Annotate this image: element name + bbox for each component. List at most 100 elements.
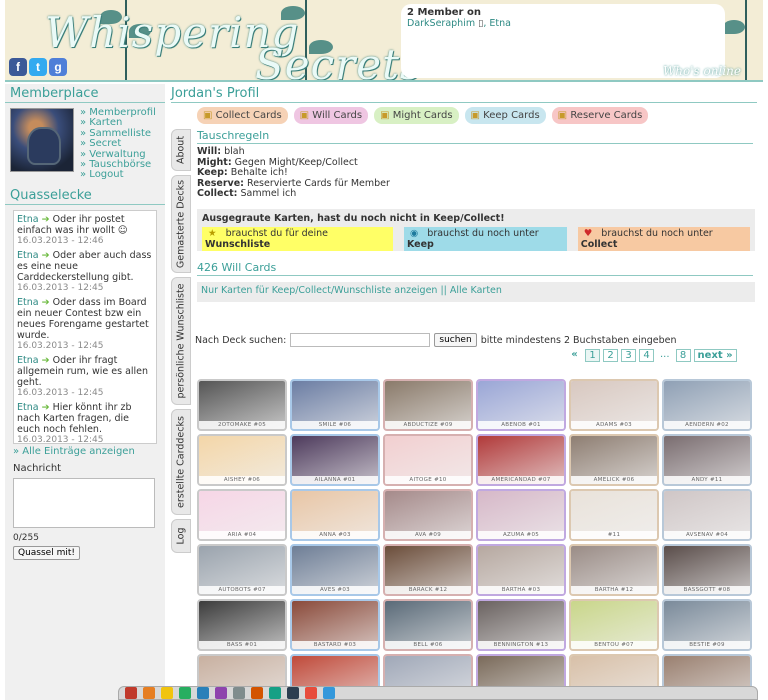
card-thumbnail[interactable]: AZUMA #05 (476, 489, 566, 541)
vtab-wunschliste[interactable]: persönliche Wunschliste (171, 277, 191, 405)
search-input[interactable] (290, 333, 431, 347)
card-thumbnail[interactable]: ARIA #04 (197, 489, 287, 541)
all-entries-link[interactable]: » Alle Einträge anzeigen (13, 446, 157, 457)
card-thumbnail[interactable]: ADAMS #03 (569, 379, 659, 431)
card-thumbnail[interactable]: ABENOB #01 (476, 379, 566, 431)
tab-collect-cards[interactable]: ▣ Collect Cards (197, 107, 288, 124)
legend-bold: Collect (580, 238, 618, 250)
page-3[interactable]: 3 (621, 349, 636, 362)
toolbar-app-icon[interactable] (215, 687, 227, 699)
vtab-label: Gemasterte Decks (175, 179, 187, 269)
twitter-icon[interactable]: t (29, 58, 47, 76)
avatar[interactable] (10, 108, 74, 172)
toolbar-app-icon[interactable] (323, 687, 335, 699)
toolbar-app-icon[interactable] (143, 687, 155, 699)
card-thumbnail[interactable]: ANDY #11 (662, 434, 752, 486)
toolbar-app-icon[interactable] (197, 687, 209, 699)
card-thumbnail[interactable]: SMILE #06 (290, 379, 380, 431)
shout-author[interactable]: Etna (17, 355, 39, 366)
tab-reserve-cards[interactable]: ▣ Reserve Cards (551, 107, 649, 124)
profile-content: Tauschregeln Will: blah Might: Gegen Mig… (195, 129, 757, 362)
google-icon[interactable]: g (49, 58, 67, 76)
menu-item-logout[interactable]: Logout (80, 170, 156, 181)
toolbar-app-icon[interactable] (233, 687, 245, 699)
card-name: 2OTOMAKE #05 (199, 421, 285, 429)
card-name: BASSGOTT #08 (664, 586, 750, 594)
filter-links[interactable]: Nur Karten für Keep/Collect/Wunschliste … (197, 281, 755, 302)
vtab-erstellte-carddecks[interactable]: erstellte Carddecks (171, 409, 191, 515)
card-name: AVA #09 (385, 531, 471, 539)
page-1[interactable]: 1 (585, 349, 600, 362)
online-user-link[interactable]: DarkSeraphim (407, 18, 475, 29)
toolbar-app-icon[interactable] (125, 687, 137, 699)
card-thumbnail[interactable]: BARTHA #03 (476, 544, 566, 596)
tab-label: Keep Cards (483, 110, 540, 121)
message-input[interactable] (13, 477, 155, 528)
card-thumbnail[interactable]: AMELICK #06 (569, 434, 659, 486)
site-logo[interactable]: Whispering Secrets (45, 8, 422, 80)
card-thumbnail[interactable]: #11 (569, 489, 659, 541)
card-thumbnail[interactable]: AVSENAV #04 (662, 489, 752, 541)
card-thumbnail[interactable]: AVES #03 (290, 544, 380, 596)
arrow-right-icon: ➔ (41, 401, 50, 413)
card-thumbnail[interactable]: BENTOU #07 (569, 599, 659, 651)
card-name: AVSENAV #04 (664, 531, 750, 539)
card-thumbnail[interactable]: BELL #06 (383, 599, 473, 651)
page-next[interactable]: next » (693, 349, 737, 362)
whos-online-label[interactable]: Who's online (663, 64, 741, 78)
card-name: ANNA #03 (292, 531, 378, 539)
toolbar-app-icon[interactable] (161, 687, 173, 699)
tab-will-cards[interactable]: ▣ Will Cards (293, 107, 369, 124)
legend-keep: ◉ brauchst du noch unter Keep (403, 226, 567, 251)
card-thumbnail[interactable]: ANNA #03 (290, 489, 380, 541)
tab-keep-cards[interactable]: ▣ Keep Cards (464, 107, 546, 124)
card-thumbnail[interactable]: AMERICANDAD #07 (476, 434, 566, 486)
tab-might-cards[interactable]: ▣ Might Cards (374, 107, 459, 124)
card-thumbnail[interactable]: BASTARD #03 (290, 599, 380, 651)
card-thumbnail[interactable]: AITOGE #10 (383, 434, 473, 486)
shout-entry: Etna ➔ Oder aber auch dass es eine neue … (17, 250, 153, 294)
submit-shout-button[interactable]: Quassel mit! (13, 545, 80, 560)
shout-author[interactable]: Etna (17, 250, 39, 261)
toolbar-app-icon[interactable] (269, 687, 281, 699)
toolbar-app-icon[interactable] (179, 687, 191, 699)
card-thumbnail[interactable]: AVA #09 (383, 489, 473, 541)
search-hint: bitte mindestens 2 Buchstaben eingeben (480, 334, 677, 346)
leaf-decoration (723, 20, 745, 34)
rule-key: Might: (197, 156, 232, 168)
page-4[interactable]: 4 (639, 349, 654, 362)
card-thumbnail[interactable]: BARACK #12 (383, 544, 473, 596)
card-thumbnail[interactable]: AILANNA #01 (290, 434, 380, 486)
vtab-gemasterte-decks[interactable]: Gemasterte Decks (171, 175, 191, 273)
card-thumbnail[interactable]: AUTOBOTS #07 (197, 544, 287, 596)
shout-author[interactable]: Etna (17, 402, 39, 413)
page-8[interactable]: 8 (675, 349, 691, 362)
search-button[interactable]: suchen (434, 333, 477, 347)
card-name: BARTHA #03 (478, 586, 564, 594)
card-thumbnail[interactable]: BARTHA #12 (569, 544, 659, 596)
toolbar-app-icon[interactable] (287, 687, 299, 699)
card-thumbnail[interactable]: AISHEY #06 (197, 434, 287, 486)
card-thumbnail[interactable]: BASSGOTT #08 (662, 544, 752, 596)
card-thumbnail[interactable]: BASS #01 (197, 599, 287, 651)
shout-author[interactable]: Etna (17, 297, 39, 308)
toolbar-app-icon[interactable] (251, 687, 263, 699)
card-thumbnail[interactable]: AENDERN #02 (662, 379, 752, 431)
trade-rules: Will: blah Might: Gegen Might/Keep/Colle… (197, 146, 757, 200)
facebook-icon[interactable]: f (9, 58, 27, 76)
toolbar-app-icon[interactable] (305, 687, 317, 699)
shout-author[interactable]: Etna (17, 214, 39, 225)
page-prev[interactable]: « (567, 349, 582, 362)
vtab-about[interactable]: About (171, 129, 191, 171)
vtab-label: Log (175, 527, 187, 545)
online-user-link[interactable]: Etna (489, 18, 511, 29)
left-sidebar: Memberplace Memberprofil Karten Sammelli… (5, 84, 165, 700)
card-thumbnail[interactable]: 2OTOMAKE #05 (197, 379, 287, 431)
page-2[interactable]: 2 (603, 349, 618, 362)
card-thumbnail[interactable]: BESTIE #09 (662, 599, 752, 651)
card-thumbnail[interactable]: ABDUCTIZE #09 (383, 379, 473, 431)
vtab-log[interactable]: Log (171, 519, 191, 553)
card-thumbnail[interactable]: BENNINGTON #13 (476, 599, 566, 651)
social-links: f t g (9, 58, 67, 76)
shoutbox[interactable]: Etna ➔ Oder ihr postet einfach was ihr w… (13, 209, 157, 444)
